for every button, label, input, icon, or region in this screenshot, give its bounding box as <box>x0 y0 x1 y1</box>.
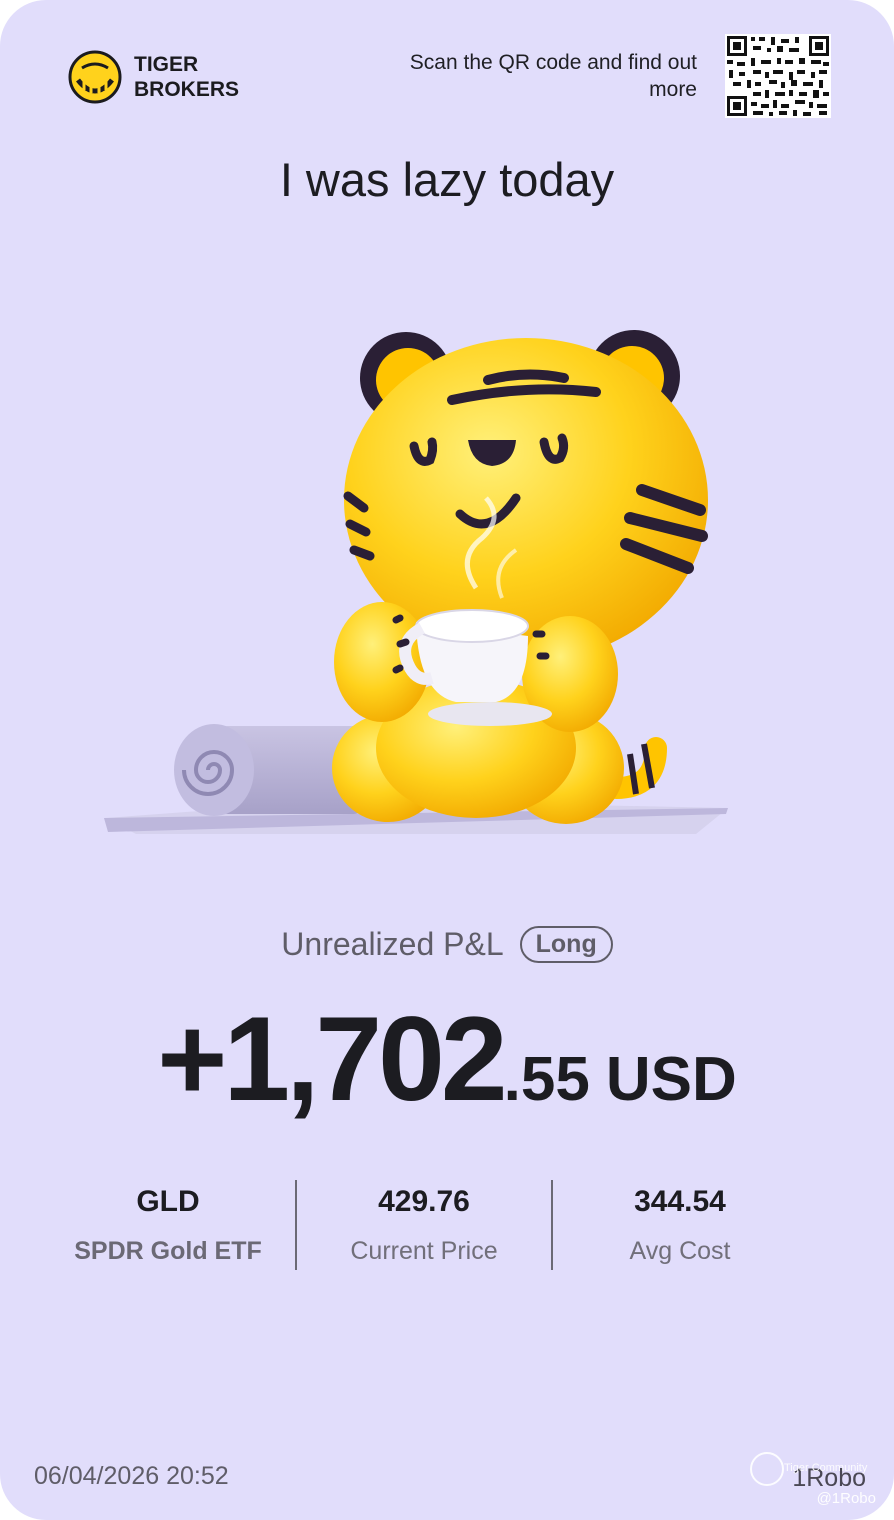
stat-symbol-label: SPDR Gold ETF <box>74 1237 262 1265</box>
pnl-amount-decimal: .55 <box>503 1045 590 1114</box>
position-stats: GLD SPDR Gold ETF 429.76 Current Price 3… <box>40 1175 808 1271</box>
stats-divider <box>295 1180 297 1270</box>
stat-avg-cost-value: 344.54 <box>634 1185 726 1218</box>
pnl-amount-integer: +1,702 <box>157 992 507 1126</box>
position-side-badge: Long <box>519 926 613 963</box>
tiger-brokers-logo-icon <box>68 50 122 104</box>
stat-current-price-label: Current Price <box>350 1237 498 1265</box>
pnl-amount: +1,702 .55 USD <box>0 990 894 1128</box>
brand-line-1: TIGER <box>134 53 199 76</box>
qr-code-icon[interactable] <box>725 34 831 118</box>
qr-caption: Scan the QR code and find out more <box>409 51 697 101</box>
brand-name: TIGER BROKERS <box>134 52 239 102</box>
watermark-handle: @1Robo <box>816 1490 876 1507</box>
stat-avg-cost-label: Avg Cost <box>629 1237 731 1265</box>
watermark-community: Tiger Community <box>784 1462 868 1474</box>
stat-current-price: 429.76 Current Price <box>296 1175 552 1271</box>
timestamp: 06/04/2026 20:52 <box>34 1462 229 1490</box>
page-title: I was lazy today <box>279 153 615 206</box>
pnl-label: Unrealized P&L <box>281 926 504 962</box>
stats-divider <box>551 1180 553 1270</box>
share-card: TIGER BROKERS Scan the QR code and find … <box>0 0 894 1520</box>
pnl-currency: USD <box>605 1045 737 1114</box>
community-watermark-icon <box>750 1452 784 1486</box>
stat-avg-cost: 344.54 Avg Cost <box>552 1175 808 1271</box>
stat-symbol: GLD SPDR Gold ETF <box>40 1175 296 1271</box>
brand-line-2: BROKERS <box>134 78 240 101</box>
stat-symbol-value: GLD <box>136 1185 200 1218</box>
tiger-drinking-coffee-illustration <box>104 330 728 834</box>
pnl-header: Unrealized P&L Long <box>0 926 894 963</box>
stat-current-price-value: 429.76 <box>378 1185 470 1218</box>
